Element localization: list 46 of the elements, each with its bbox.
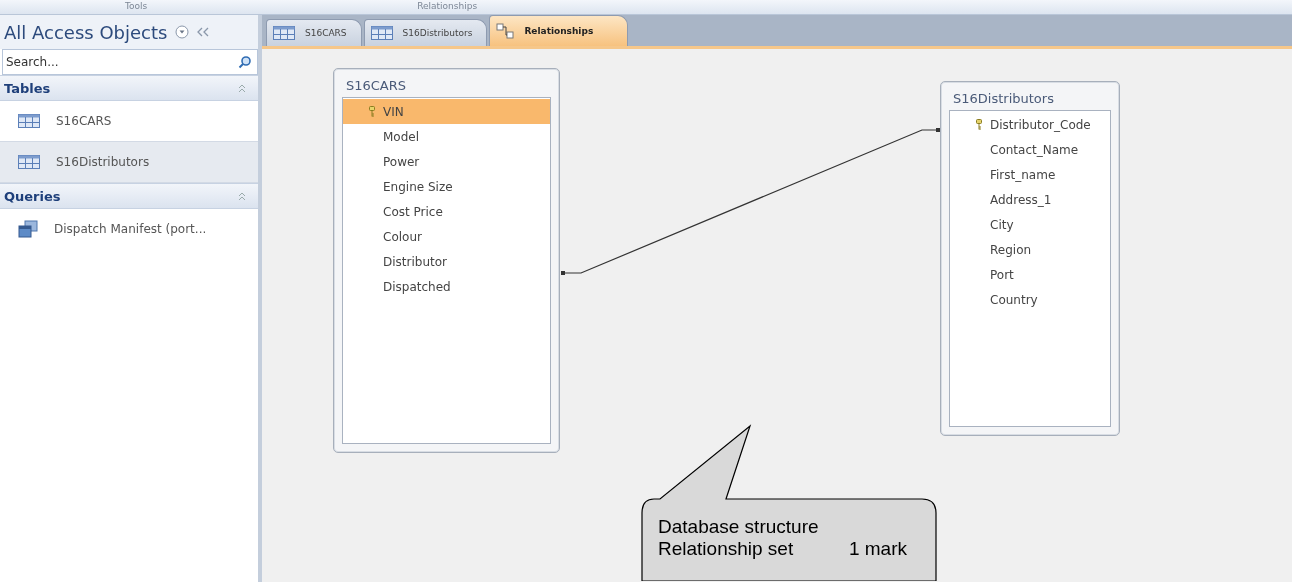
collapse-pane-icon[interactable] xyxy=(197,27,210,37)
table-field-list[interactable]: S16CARS VIN Model Power Engine Size Cost Price Colour Distributor Dispatched xyxy=(333,68,560,453)
nav-item[interactable]: Dispatch Manifest (port... xyxy=(0,209,258,249)
field-name[interactable]: Model xyxy=(383,129,420,144)
callout-text: Database structure xyxy=(658,516,820,538)
field-name[interactable]: City xyxy=(990,217,1014,232)
collapse-chevron-icon xyxy=(238,191,246,201)
field-name[interactable]: Address_1 xyxy=(990,192,1052,207)
table-icon xyxy=(18,155,40,169)
field-name[interactable]: Cost Price xyxy=(383,204,443,219)
field-name[interactable]: Region xyxy=(990,242,1032,257)
group-header[interactable]: Queries xyxy=(0,183,258,209)
field-name[interactable]: Country xyxy=(990,292,1038,307)
field-name[interactable]: Engine Size xyxy=(383,179,453,194)
field-name[interactable]: Distributor xyxy=(383,254,447,269)
dropdown-circle-icon[interactable] xyxy=(175,25,190,39)
table-field-list[interactable]: S16Distributors Distributor_Code Contact_Name First_name Address_1 City Region Port Country xyxy=(940,81,1120,436)
field-name[interactable]: Contact_Name xyxy=(990,142,1079,157)
field-name[interactable]: Power xyxy=(383,154,420,169)
document-tab[interactable]: S16CARS xyxy=(266,19,362,46)
table-icon xyxy=(370,26,393,40)
query-icon xyxy=(18,220,38,238)
search-icon[interactable] xyxy=(238,55,252,69)
ribbon-group-label: Relationships xyxy=(416,0,478,13)
field-name[interactable]: VIN xyxy=(383,104,404,119)
collapse-chevron-icon xyxy=(238,83,246,93)
field-name[interactable]: Colour xyxy=(383,229,422,244)
field-name[interactable]: Dispatched xyxy=(383,279,451,294)
nav-item[interactable]: S16Distributors xyxy=(0,141,258,183)
table-title: S16CARS xyxy=(345,77,408,95)
pane-title: All Access Objects xyxy=(4,21,168,43)
group-header[interactable]: Tables xyxy=(0,75,258,101)
callout-text: Relationship set xyxy=(658,538,794,560)
field-name[interactable]: Port xyxy=(990,267,1014,282)
relationship-icon xyxy=(496,23,515,39)
table-title: S16Distributors xyxy=(952,90,1055,108)
search-field[interactable]: Search... xyxy=(2,49,258,75)
document-tab[interactable]: S16Distributors xyxy=(363,19,488,46)
field-name[interactable]: Distributor_Code xyxy=(990,117,1091,132)
document-tab[interactable]: Relationships xyxy=(489,15,629,46)
ribbon-group-label: Tools xyxy=(124,0,148,13)
nav-item[interactable]: S16CARS xyxy=(0,101,258,141)
table-icon xyxy=(18,114,40,128)
table-icon xyxy=(273,26,295,40)
mark-value: 1 mark xyxy=(848,538,907,560)
field-name[interactable]: First_name xyxy=(990,167,1056,182)
